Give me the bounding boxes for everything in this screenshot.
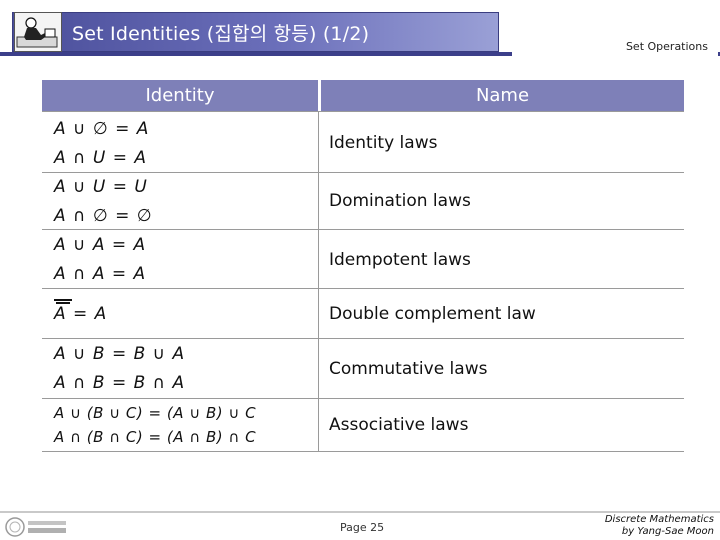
column-header-identity: Identity [42,80,318,111]
identity-formula: A ∪ A = A [54,235,147,255]
credit-text: Discrete Mathematics by Yang-Sae Moon [605,514,714,538]
identity-formula: A = A [54,304,108,324]
column-divider [318,111,319,451]
identity-formula: A ∪ (B ∪ C) = (A ∪ B) ∪ C [54,404,257,422]
complement-bar-outer [54,299,72,301]
row-divider [42,111,684,112]
page-title: Set Identities (집합의 항등) (1/2) [72,23,370,45]
topic-label: Set Operations [625,40,708,53]
row-divider [42,172,684,173]
footer-rule [0,511,720,513]
credit-line-1: Discrete Mathematics [604,514,714,525]
law-name: Domination laws [329,191,471,211]
law-name: Commutative laws [329,359,488,379]
row-divider [42,288,684,289]
professor-at-desk-icon [14,12,62,52]
identity-formula: A ∪ U = U [54,177,148,197]
row-divider [42,398,684,399]
identity-formula: A ∩ ∅ = ∅ [54,206,153,226]
identity-formula: A ∩ B = B ∩ A [54,373,186,393]
page-number: Page 25 [340,521,385,534]
identity-formula: A ∪ ∅ = A [54,119,150,139]
identity-formula: A ∩ A = A [54,264,147,284]
row-divider [42,338,684,339]
credit-line-2: by Yang-Sae Moon [621,526,714,537]
law-name: Associative laws [329,415,469,435]
law-name: Identity laws [329,133,438,153]
law-name: Idempotent laws [329,250,471,270]
row-divider [42,451,684,452]
row-divider [42,229,684,230]
identity-formula: A ∪ B = B ∪ A [54,344,186,364]
column-header-name: Name [321,80,684,111]
university-logo-icon [4,515,70,539]
identity-formula: A ∩ U = A [54,148,148,168]
law-name: Double complement law [329,304,536,324]
identity-formula: A ∩ (B ∩ C) = (A ∩ B) ∩ C [54,428,257,446]
